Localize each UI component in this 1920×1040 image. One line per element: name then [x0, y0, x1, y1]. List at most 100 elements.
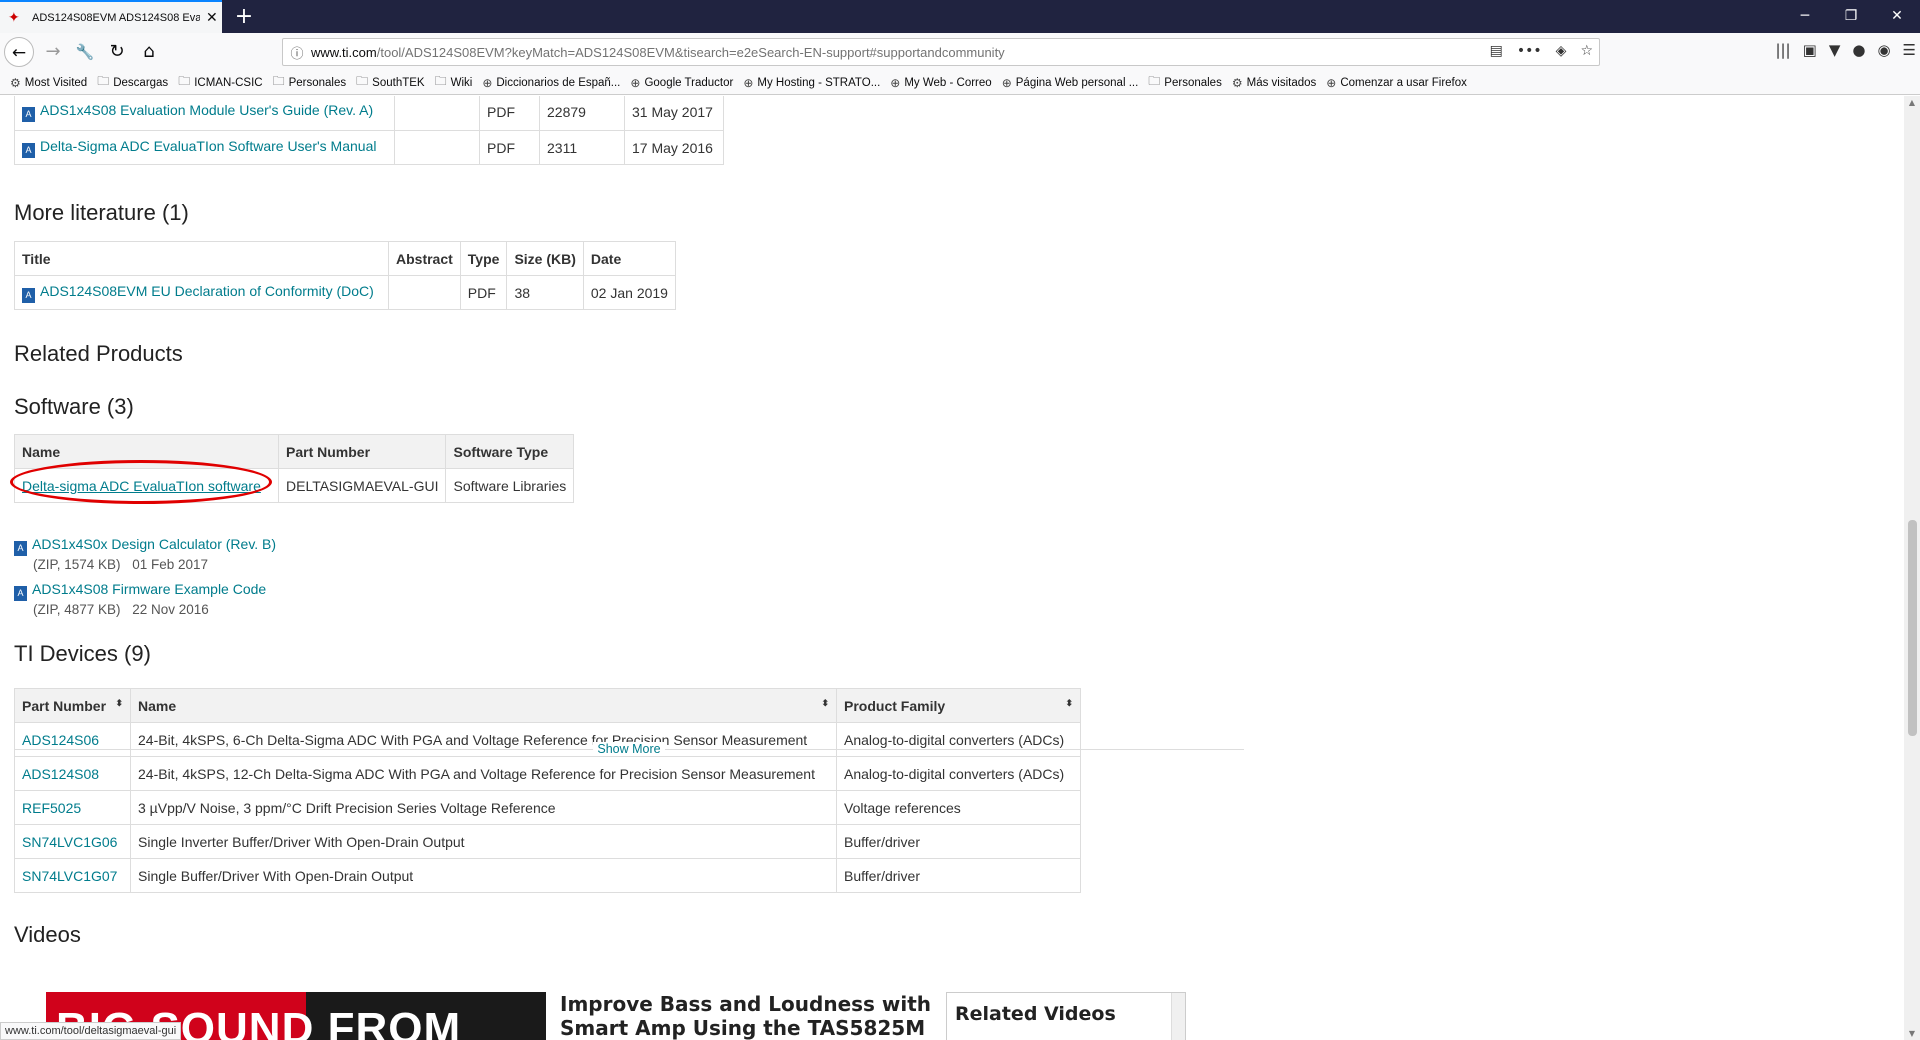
reader-view-icon[interactable]: ▤	[1490, 43, 1503, 59]
globe-icon: ⊕	[1001, 75, 1012, 90]
folder-icon: 🗀	[434, 74, 447, 88]
related-videos-scrollbar[interactable]	[1171, 993, 1185, 1040]
folder-icon: 🗀	[178, 74, 191, 88]
download-meta: (ZIP, 1574 KB)	[33, 557, 121, 572]
sort-icon[interactable]: ⬍	[115, 698, 123, 709]
pdf-icon: A	[22, 106, 35, 122]
wrench-icon[interactable]: 🔧	[70, 37, 100, 67]
bookmark-item[interactable]: ⊕ Diccionarios de Españ...	[482, 76, 620, 90]
tab-bar: ✦ ADS124S08EVM ADS124S08 Eva ✕ + ─ ❐ ✕	[0, 0, 1920, 33]
document-link[interactable]: ADS1x4S08 Evaluation Module User's Guide…	[40, 102, 373, 118]
extension-color-icon[interactable]: ●	[1852, 41, 1865, 59]
table-row: SN74LVC1G07 Single Buffer/Driver With Op…	[14, 858, 1081, 893]
url-path: /tool/ADS124S08EVM?keyMatch=ADS124S08EVM…	[376, 44, 1005, 60]
bookmark-item[interactable]: ⊕ Comenzar a usar Firefox	[1326, 76, 1467, 90]
technical-documents-table: A ADS1x4S08 Evaluation Module User's Guid…	[14, 96, 724, 165]
part-number-link[interactable]: SN74LVC1G07	[22, 868, 117, 884]
part-number-link[interactable]: ADS124S06	[22, 732, 99, 748]
part-number-link[interactable]: SN74LVC1G06	[22, 834, 117, 850]
show-more-link[interactable]: Show More	[593, 742, 665, 756]
pdf-icon: A	[14, 586, 27, 601]
table-row: A ADS1x4S08 Evaluation Module User's Guid…	[14, 96, 724, 131]
bookmark-item[interactable]: ⊕ My Hosting - STRATO...	[743, 76, 880, 90]
table-row: A Delta-Sigma ADC EvaluaTIon Software Use…	[14, 130, 724, 165]
doc-type: PDF	[479, 130, 540, 165]
more-literature-heading: More literature (1)	[14, 200, 189, 225]
related-products-heading: Related Products	[14, 341, 183, 366]
url-domain: www.ti.com	[311, 44, 377, 60]
browser-tab[interactable]: ✦ ADS124S08EVM ADS124S08 Eva ✕	[0, 0, 222, 33]
bookmark-item[interactable]: 🗀 Wiki	[435, 72, 473, 93]
videos-heading: Videos	[14, 922, 81, 947]
folder-icon: 🗀	[356, 74, 369, 88]
page-scrollbar[interactable]: ▲ ▼	[1904, 96, 1920, 1040]
navigation-toolbar: ← → 🔧 ↻ ⌂ ⓘ www.ti.com/tool/ADS124S08EVM…	[0, 33, 1920, 71]
download-date: 01 Feb 2017	[132, 557, 209, 572]
pocket-icon[interactable]: ◈	[1556, 43, 1567, 59]
bookmark-star-icon[interactable]: ☆	[1580, 43, 1593, 59]
bookmark-item[interactable]: ⚙ Más visitados	[1232, 76, 1316, 90]
table-row: SN74LVC1G06 Single Inverter Buffer/Drive…	[14, 824, 1081, 859]
info-icon[interactable]: ⓘ	[283, 43, 311, 62]
close-window-button[interactable]: ✕	[1874, 0, 1920, 33]
extension-v-icon[interactable]: ▼	[1829, 41, 1841, 59]
forward-button[interactable]: →	[38, 37, 68, 67]
bookmark-item[interactable]: 🗀 SouthTEK	[356, 72, 424, 93]
download-link[interactable]: ADS1x4S08 Firmware Example Code	[32, 581, 266, 597]
tab-title: ADS124S08EVM ADS124S08 Eva	[32, 11, 200, 24]
doc-size: 22879	[539, 96, 625, 131]
table-row: REF5025 3 µVpp/V Noise, 3 ppm/°C Drift P…	[14, 790, 1081, 825]
gear-icon: ⚙	[1231, 75, 1243, 90]
bookmark-item[interactable]: ⊕ Página Web personal ...	[1002, 76, 1139, 90]
back-button[interactable]: ←	[4, 37, 34, 67]
library-icon[interactable]: |||	[1775, 41, 1790, 59]
globe-icon: ⊕	[743, 75, 754, 90]
bookmark-item[interactable]: 🗀 Personales	[273, 72, 347, 93]
part-number-link[interactable]: REF5025	[22, 800, 81, 816]
software-heading: Software (3)	[14, 394, 134, 419]
bookmark-item[interactable]: 🗀 Descargas	[97, 72, 168, 93]
highlight-circle	[10, 460, 272, 504]
bookmark-item[interactable]: 🗀 ICMAN-CSIC	[178, 72, 262, 93]
globe-icon: ⊕	[1326, 75, 1337, 90]
bookmark-item[interactable]: ⊕ Google Traductor	[630, 76, 733, 90]
scrollbar-thumb[interactable]	[1908, 520, 1917, 736]
related-videos-heading: Related Videos	[955, 1003, 1116, 1025]
bookmark-item[interactable]: ⊕ My Web - Correo	[890, 76, 991, 90]
table-header-row: Title Abstract Type Size (KB) Date	[14, 241, 676, 276]
bookmark-item[interactable]: ⚙ Most Visited	[10, 76, 87, 90]
ti-devices-table: Part Number ⬍ Name ⬍ Product Family ⬍ ADS12…	[14, 688, 1081, 893]
pdf-icon: A	[14, 541, 27, 556]
minimize-button[interactable]: ─	[1782, 0, 1828, 33]
url-bar[interactable]: ⓘ www.ti.com/tool/ADS124S08EVM?keyMatch=…	[282, 38, 1600, 66]
gear-icon: ⚙	[10, 75, 21, 90]
document-link[interactable]: ADS124S08EVM EU Declaration of Conformit…	[40, 283, 374, 299]
pdf-icon: A	[22, 287, 35, 303]
show-more-divider: Show More	[14, 742, 1244, 764]
bookmark-item[interactable]: 🗀 Personales	[1148, 72, 1222, 93]
new-tab-button[interactable]: +	[230, 3, 258, 31]
close-tab-icon[interactable]: ✕	[206, 10, 218, 26]
part-number-link[interactable]: ADS124S08	[22, 766, 99, 782]
home-button[interactable]: ⌂	[134, 37, 164, 67]
folder-icon: 🗀	[1148, 74, 1161, 88]
page-actions-icon[interactable]: •••	[1517, 43, 1542, 59]
folder-icon: 🗀	[272, 74, 285, 88]
table-header-row: Part Number ⬍ Name ⬍ Product Family ⬍	[14, 688, 1081, 723]
sidebar-icon[interactable]: ▣	[1803, 41, 1817, 59]
scroll-up-arrow[interactable]: ▲	[1904, 98, 1920, 107]
video-title[interactable]: Improve Bass and Loudness with Smart Amp …	[560, 992, 931, 1040]
doc-date: 17 May 2016	[624, 130, 724, 165]
sort-icon[interactable]: ⬍	[1065, 698, 1073, 709]
restore-button[interactable]: ❐	[1828, 0, 1874, 33]
doc-type: PDF	[479, 96, 540, 131]
download-link[interactable]: ADS1x4S0x Design Calculator (Rev. B)	[32, 536, 276, 552]
scroll-down-arrow[interactable]: ▼	[1904, 1029, 1920, 1038]
ti-logo-icon: ✦	[8, 9, 20, 26]
sort-icon[interactable]: ⬍	[821, 698, 829, 709]
account-icon[interactable]: ◉	[1877, 41, 1890, 59]
menu-icon[interactable]: ☰	[1903, 41, 1916, 59]
document-link[interactable]: Delta-Sigma ADC EvaluaTIon Software User…	[40, 138, 376, 154]
reload-button[interactable]: ↻	[102, 37, 132, 67]
bookmarks-toolbar: ⚙ Most Visited 🗀 Descargas 🗀 ICMAN-CSIC 🗀 Pe…	[0, 71, 1920, 95]
